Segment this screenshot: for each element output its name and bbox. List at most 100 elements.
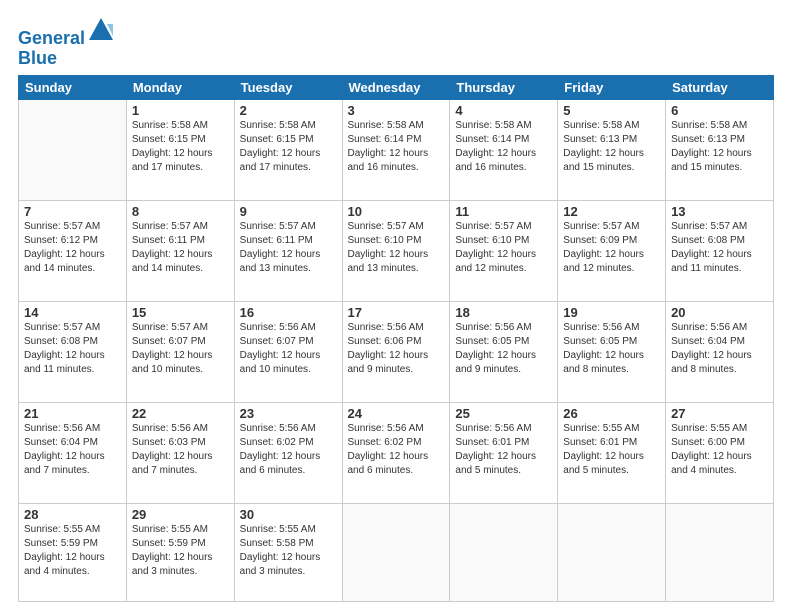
logo-general: General xyxy=(18,28,85,48)
calendar-cell: 15Sunrise: 5:57 AM Sunset: 6:07 PM Dayli… xyxy=(126,302,234,403)
header: General Blue xyxy=(18,10,774,69)
day-number: 13 xyxy=(671,204,768,219)
col-header-wednesday: Wednesday xyxy=(342,75,450,99)
day-number: 14 xyxy=(24,305,121,320)
day-number: 12 xyxy=(563,204,660,219)
day-info: Sunrise: 5:57 AM Sunset: 6:08 PM Dayligh… xyxy=(671,220,768,276)
day-number: 1 xyxy=(132,103,229,118)
calendar-cell: 28Sunrise: 5:55 AM Sunset: 5:59 PM Dayli… xyxy=(19,504,127,602)
calendar-cell: 9Sunrise: 5:57 AM Sunset: 6:11 PM Daylig… xyxy=(234,200,342,301)
day-info: Sunrise: 5:55 AM Sunset: 5:59 PM Dayligh… xyxy=(132,523,229,579)
logo: General Blue xyxy=(18,16,115,69)
day-number: 16 xyxy=(240,305,337,320)
day-info: Sunrise: 5:58 AM Sunset: 6:13 PM Dayligh… xyxy=(563,119,660,175)
calendar-cell: 16Sunrise: 5:56 AM Sunset: 6:07 PM Dayli… xyxy=(234,302,342,403)
calendar-cell: 13Sunrise: 5:57 AM Sunset: 6:08 PM Dayli… xyxy=(666,200,774,301)
calendar-cell xyxy=(342,504,450,602)
day-number: 17 xyxy=(348,305,445,320)
day-number: 9 xyxy=(240,204,337,219)
day-number: 6 xyxy=(671,103,768,118)
calendar-cell: 27Sunrise: 5:55 AM Sunset: 6:00 PM Dayli… xyxy=(666,403,774,504)
day-number: 19 xyxy=(563,305,660,320)
day-info: Sunrise: 5:56 AM Sunset: 6:03 PM Dayligh… xyxy=(132,422,229,478)
calendar-cell: 20Sunrise: 5:56 AM Sunset: 6:04 PM Dayli… xyxy=(666,302,774,403)
day-number: 26 xyxy=(563,406,660,421)
logo-blue: Blue xyxy=(18,49,115,69)
calendar-cell: 4Sunrise: 5:58 AM Sunset: 6:14 PM Daylig… xyxy=(450,99,558,200)
calendar-week-2: 7Sunrise: 5:57 AM Sunset: 6:12 PM Daylig… xyxy=(19,200,774,301)
day-number: 10 xyxy=(348,204,445,219)
day-info: Sunrise: 5:56 AM Sunset: 6:02 PM Dayligh… xyxy=(348,422,445,478)
calendar-cell: 25Sunrise: 5:56 AM Sunset: 6:01 PM Dayli… xyxy=(450,403,558,504)
day-info: Sunrise: 5:57 AM Sunset: 6:08 PM Dayligh… xyxy=(24,321,121,377)
calendar-cell: 17Sunrise: 5:56 AM Sunset: 6:06 PM Dayli… xyxy=(342,302,450,403)
logo-icon xyxy=(87,16,115,44)
day-info: Sunrise: 5:55 AM Sunset: 6:00 PM Dayligh… xyxy=(671,422,768,478)
day-number: 23 xyxy=(240,406,337,421)
calendar-cell: 8Sunrise: 5:57 AM Sunset: 6:11 PM Daylig… xyxy=(126,200,234,301)
day-info: Sunrise: 5:55 AM Sunset: 5:59 PM Dayligh… xyxy=(24,523,121,579)
calendar-cell xyxy=(558,504,666,602)
calendar-cell: 23Sunrise: 5:56 AM Sunset: 6:02 PM Dayli… xyxy=(234,403,342,504)
calendar-week-3: 14Sunrise: 5:57 AM Sunset: 6:08 PM Dayli… xyxy=(19,302,774,403)
day-number: 18 xyxy=(455,305,552,320)
calendar-week-1: 1Sunrise: 5:58 AM Sunset: 6:15 PM Daylig… xyxy=(19,99,774,200)
day-number: 25 xyxy=(455,406,552,421)
calendar-cell: 18Sunrise: 5:56 AM Sunset: 6:05 PM Dayli… xyxy=(450,302,558,403)
day-number: 11 xyxy=(455,204,552,219)
page: General Blue SundayMondayTuesdayWednesda… xyxy=(0,0,792,612)
day-info: Sunrise: 5:58 AM Sunset: 6:15 PM Dayligh… xyxy=(132,119,229,175)
day-info: Sunrise: 5:56 AM Sunset: 6:07 PM Dayligh… xyxy=(240,321,337,377)
calendar-cell: 3Sunrise: 5:58 AM Sunset: 6:14 PM Daylig… xyxy=(342,99,450,200)
calendar-cell: 14Sunrise: 5:57 AM Sunset: 6:08 PM Dayli… xyxy=(19,302,127,403)
day-info: Sunrise: 5:58 AM Sunset: 6:15 PM Dayligh… xyxy=(240,119,337,175)
day-info: Sunrise: 5:57 AM Sunset: 6:07 PM Dayligh… xyxy=(132,321,229,377)
calendar-cell xyxy=(19,99,127,200)
day-number: 15 xyxy=(132,305,229,320)
day-info: Sunrise: 5:56 AM Sunset: 6:05 PM Dayligh… xyxy=(455,321,552,377)
day-number: 5 xyxy=(563,103,660,118)
calendar-cell: 29Sunrise: 5:55 AM Sunset: 5:59 PM Dayli… xyxy=(126,504,234,602)
calendar-cell: 6Sunrise: 5:58 AM Sunset: 6:13 PM Daylig… xyxy=(666,99,774,200)
day-info: Sunrise: 5:56 AM Sunset: 6:04 PM Dayligh… xyxy=(24,422,121,478)
day-info: Sunrise: 5:57 AM Sunset: 6:12 PM Dayligh… xyxy=(24,220,121,276)
day-info: Sunrise: 5:57 AM Sunset: 6:09 PM Dayligh… xyxy=(563,220,660,276)
calendar-week-4: 21Sunrise: 5:56 AM Sunset: 6:04 PM Dayli… xyxy=(19,403,774,504)
day-info: Sunrise: 5:56 AM Sunset: 6:06 PM Dayligh… xyxy=(348,321,445,377)
calendar-cell: 2Sunrise: 5:58 AM Sunset: 6:15 PM Daylig… xyxy=(234,99,342,200)
day-info: Sunrise: 5:55 AM Sunset: 6:01 PM Dayligh… xyxy=(563,422,660,478)
col-header-sunday: Sunday xyxy=(19,75,127,99)
calendar-cell: 26Sunrise: 5:55 AM Sunset: 6:01 PM Dayli… xyxy=(558,403,666,504)
calendar-cell: 22Sunrise: 5:56 AM Sunset: 6:03 PM Dayli… xyxy=(126,403,234,504)
day-info: Sunrise: 5:57 AM Sunset: 6:11 PM Dayligh… xyxy=(240,220,337,276)
calendar-cell: 19Sunrise: 5:56 AM Sunset: 6:05 PM Dayli… xyxy=(558,302,666,403)
day-info: Sunrise: 5:56 AM Sunset: 6:01 PM Dayligh… xyxy=(455,422,552,478)
calendar-cell: 7Sunrise: 5:57 AM Sunset: 6:12 PM Daylig… xyxy=(19,200,127,301)
calendar-cell: 5Sunrise: 5:58 AM Sunset: 6:13 PM Daylig… xyxy=(558,99,666,200)
day-number: 20 xyxy=(671,305,768,320)
col-header-monday: Monday xyxy=(126,75,234,99)
day-number: 7 xyxy=(24,204,121,219)
calendar-cell xyxy=(450,504,558,602)
calendar: SundayMondayTuesdayWednesdayThursdayFrid… xyxy=(18,75,774,602)
col-header-friday: Friday xyxy=(558,75,666,99)
col-header-saturday: Saturday xyxy=(666,75,774,99)
calendar-cell: 11Sunrise: 5:57 AM Sunset: 6:10 PM Dayli… xyxy=(450,200,558,301)
calendar-week-5: 28Sunrise: 5:55 AM Sunset: 5:59 PM Dayli… xyxy=(19,504,774,602)
calendar-cell: 21Sunrise: 5:56 AM Sunset: 6:04 PM Dayli… xyxy=(19,403,127,504)
day-info: Sunrise: 5:56 AM Sunset: 6:05 PM Dayligh… xyxy=(563,321,660,377)
calendar-cell: 1Sunrise: 5:58 AM Sunset: 6:15 PM Daylig… xyxy=(126,99,234,200)
calendar-header-row: SundayMondayTuesdayWednesdayThursdayFrid… xyxy=(19,75,774,99)
day-info: Sunrise: 5:58 AM Sunset: 6:13 PM Dayligh… xyxy=(671,119,768,175)
day-number: 24 xyxy=(348,406,445,421)
day-info: Sunrise: 5:57 AM Sunset: 6:10 PM Dayligh… xyxy=(455,220,552,276)
day-number: 21 xyxy=(24,406,121,421)
day-info: Sunrise: 5:57 AM Sunset: 6:11 PM Dayligh… xyxy=(132,220,229,276)
day-number: 28 xyxy=(24,507,121,522)
calendar-cell: 10Sunrise: 5:57 AM Sunset: 6:10 PM Dayli… xyxy=(342,200,450,301)
col-header-tuesday: Tuesday xyxy=(234,75,342,99)
logo-text: General xyxy=(18,16,115,49)
day-number: 29 xyxy=(132,507,229,522)
day-number: 3 xyxy=(348,103,445,118)
calendar-cell: 24Sunrise: 5:56 AM Sunset: 6:02 PM Dayli… xyxy=(342,403,450,504)
